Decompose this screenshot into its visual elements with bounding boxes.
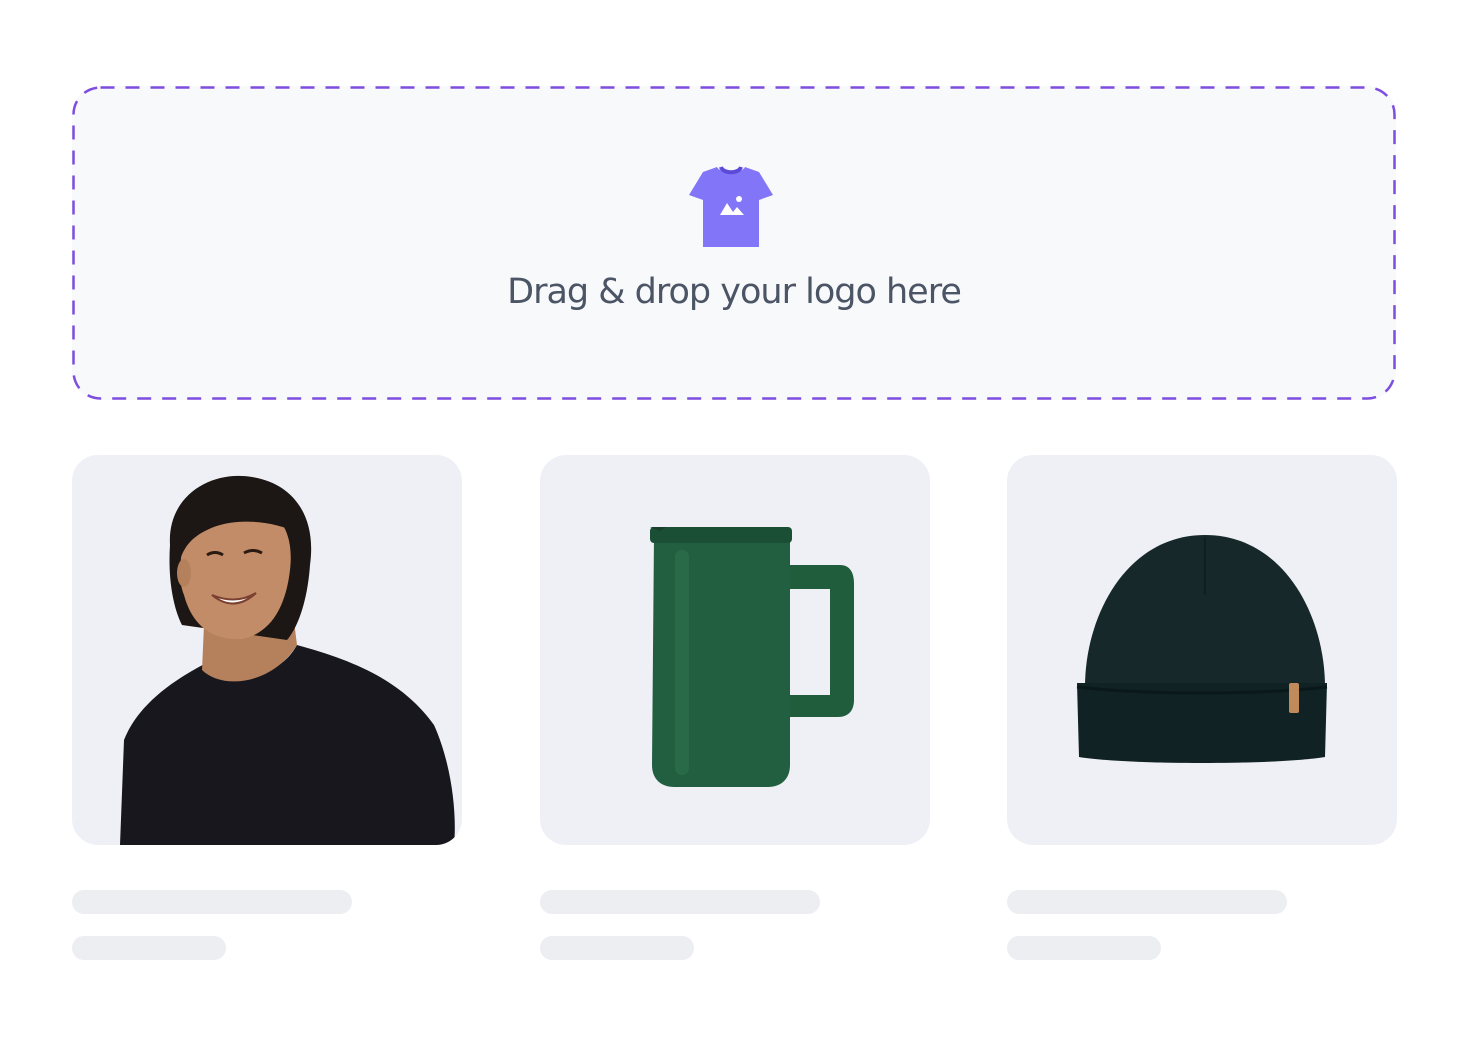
dropzone-label: Drag & drop your logo here [507,272,962,312]
product-card-mug[interactable] [540,455,930,845]
man-in-tshirt-image [120,475,455,845]
product-card-beanie[interactable] [1007,455,1397,845]
skeleton-title-3 [1007,890,1287,914]
beanie-image [1076,535,1328,763]
skeleton-price-2 [540,936,694,960]
skeleton-title-1 [72,890,352,914]
page: Drag & drop your logo here [0,0,1469,1045]
logo-dropzone[interactable]: Drag & drop your logo here [72,86,1396,400]
green-mug-image [650,527,854,787]
skeleton-price-3 [1007,936,1161,960]
skeleton-title-2 [540,890,820,914]
skeleton-price-1 [72,936,226,960]
tshirt-image-icon [687,165,775,249]
product-card-tshirt[interactable] [72,455,462,845]
